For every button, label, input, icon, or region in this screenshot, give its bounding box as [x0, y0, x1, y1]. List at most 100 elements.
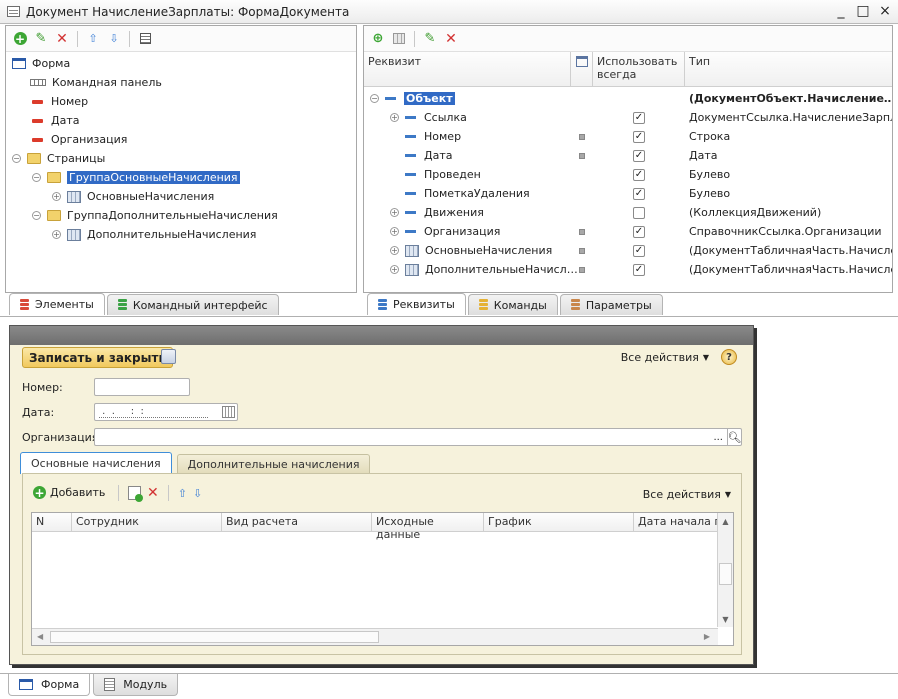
- expand-icon[interactable]: +: [390, 113, 399, 122]
- add-attribute-button[interactable]: ⊕: [369, 30, 387, 48]
- column-source-data[interactable]: Исходные данные: [372, 513, 484, 541]
- close-button[interactable]: ×: [878, 3, 892, 19]
- tab-additional-accruals[interactable]: Дополнительные начисления: [176, 454, 371, 474]
- tree-item-group-additional[interactable]: − ГруппаДополнительныеНачисления: [12, 206, 356, 225]
- copy-icon[interactable]: [128, 486, 143, 502]
- attribute-row[interactable]: + Ссылка ✓ ДокументСсылка.НачислениеЗарпл…: [364, 108, 892, 127]
- all-actions-menu[interactable]: Все действия ▼: [621, 351, 709, 364]
- scroll-thumb[interactable]: [719, 563, 732, 585]
- attribute-row[interactable]: Дата ✓ Дата: [364, 146, 892, 165]
- tab-main-accruals[interactable]: Основные начисления: [20, 452, 172, 474]
- minimize-button[interactable]: _: [834, 3, 848, 19]
- tree-item-group-main[interactable]: − ГруппаОсновныеНачисления: [12, 168, 356, 187]
- column-icon[interactable]: [571, 52, 593, 86]
- collapse-icon[interactable]: −: [32, 173, 41, 182]
- add-table-button[interactable]: [390, 30, 408, 48]
- use-always-checkbox[interactable]: [633, 206, 645, 219]
- tab-command-interface[interactable]: Командный интерфейс: [106, 294, 279, 315]
- use-always-checkbox[interactable]: ✓: [633, 225, 645, 238]
- expand-icon[interactable]: +: [390, 265, 399, 274]
- collapse-icon[interactable]: −: [32, 211, 41, 220]
- column-calc-type[interactable]: Вид расчета: [222, 513, 372, 531]
- help-button[interactable]: ?: [721, 349, 737, 365]
- tab-module[interactable]: Модуль: [93, 674, 179, 696]
- tab-elements[interactable]: Элементы: [9, 293, 105, 315]
- expand-icon[interactable]: +: [390, 208, 399, 217]
- use-always-checkbox[interactable]: ✓: [633, 130, 645, 143]
- table-all-actions-menu[interactable]: Все действия ▼: [643, 488, 731, 501]
- move-up-icon[interactable]: ⇧: [178, 487, 187, 500]
- attribute-row[interactable]: + ОсновныеНачисления ✓ (ДокументТабличнаяЧа…: [364, 241, 892, 260]
- attribute-row-object[interactable]: − Объект (ДокументОбъект.Начисление…: [364, 89, 892, 108]
- attribute-row[interactable]: + Организация ✓ СправочникСсылка.Организаци…: [364, 222, 892, 241]
- select-button[interactable]: ...: [713, 432, 723, 443]
- expand-icon[interactable]: +: [390, 227, 399, 236]
- attribute-row[interactable]: Номер ✓ Строка: [364, 127, 892, 146]
- expand-icon[interactable]: +: [52, 230, 61, 239]
- use-always-checkbox[interactable]: ✓: [633, 111, 645, 124]
- attribute-row[interactable]: + Движения (КоллекцияДвижений): [364, 203, 892, 222]
- collapse-icon[interactable]: −: [12, 154, 21, 163]
- tree-item-main-accruals[interactable]: + ОсновныеНачисления: [12, 187, 356, 206]
- column-rekvizit[interactable]: Реквизит: [364, 52, 571, 86]
- search-icon[interactable]: 🔍︎: [727, 429, 741, 445]
- scroll-right-icon[interactable]: ▶: [704, 632, 710, 641]
- use-always-checkbox[interactable]: ✓: [633, 263, 645, 276]
- number-input[interactable]: [94, 378, 190, 396]
- use-always-checkbox[interactable]: ✓: [633, 149, 645, 162]
- tree-item-number[interactable]: Номер: [12, 92, 356, 111]
- tree-item-form[interactable]: Форма: [12, 54, 356, 73]
- form-icon: [12, 58, 26, 69]
- save-icon[interactable]: [161, 349, 176, 364]
- attribute-row[interactable]: + ДополнительныеНачисл… ✓ (ДокументТаблична…: [364, 260, 892, 279]
- toolbar-separator: [414, 30, 415, 47]
- collapse-icon[interactable]: −: [370, 94, 379, 103]
- tab-commands[interactable]: Команды: [467, 294, 558, 315]
- edit-attribute-button[interactable]: ✎: [421, 30, 439, 48]
- tree-item-organization[interactable]: Организация: [12, 130, 356, 149]
- organization-input[interactable]: ... 🔍︎: [94, 428, 742, 446]
- expand-icon[interactable]: +: [52, 192, 61, 201]
- parameters-icon: [570, 299, 580, 311]
- tab-parameters[interactable]: Параметры: [559, 294, 663, 315]
- expand-icon[interactable]: +: [390, 246, 399, 255]
- add-button[interactable]: +: [11, 30, 29, 48]
- column-type[interactable]: Тип: [685, 52, 892, 86]
- tree-item-date[interactable]: Дата: [12, 111, 356, 130]
- maximize-button[interactable]: □: [856, 3, 870, 19]
- tree-item-additional-accruals[interactable]: + ДополнительныеНачисления: [12, 225, 356, 244]
- use-always-checkbox[interactable]: ✓: [633, 187, 645, 200]
- marker-icon: [579, 133, 585, 140]
- scroll-up-icon[interactable]: ▲: [718, 513, 733, 529]
- delete-row-icon[interactable]: ✕: [147, 485, 159, 501]
- tab-rekvizity[interactable]: Реквизиты: [367, 293, 466, 315]
- move-down-button[interactable]: ⇩: [105, 30, 123, 48]
- column-use-always[interactable]: Использовать всегда: [593, 52, 685, 86]
- move-down-icon[interactable]: ⇩: [193, 487, 202, 500]
- tree-item-command-panel[interactable]: Командная панель: [12, 73, 356, 92]
- column-employee[interactable]: Сотрудник: [72, 513, 222, 531]
- delete-attribute-button[interactable]: ✕: [442, 30, 460, 48]
- properties-button[interactable]: [136, 30, 154, 48]
- scroll-down-icon[interactable]: ▼: [718, 611, 733, 627]
- attribute-row[interactable]: ПометкаУдаления ✓ Булево: [364, 184, 892, 203]
- hscroll-thumb[interactable]: [50, 631, 379, 643]
- write-close-button[interactable]: Записать и закрыть: [22, 347, 174, 368]
- edit-button[interactable]: ✎: [32, 30, 50, 48]
- column-n[interactable]: N: [32, 513, 72, 531]
- delete-button[interactable]: ✕: [53, 30, 71, 48]
- horizontal-scrollbar[interactable]: ◀ ▶: [32, 628, 718, 645]
- move-up-button[interactable]: ⇧: [84, 30, 102, 48]
- calendar-icon[interactable]: [222, 406, 235, 418]
- scroll-left-icon[interactable]: ◀: [37, 632, 43, 641]
- date-input[interactable]: . . : :: [94, 403, 238, 421]
- use-always-checkbox[interactable]: ✓: [633, 244, 645, 257]
- column-schedule[interactable]: График: [484, 513, 634, 531]
- attribute-name: ДополнительныеНачисл…: [425, 263, 578, 276]
- add-row-button[interactable]: + Добавить: [33, 486, 105, 499]
- tree-item-pages[interactable]: − Страницы: [12, 149, 356, 168]
- attribute-row[interactable]: Проведен ✓ Булево: [364, 165, 892, 184]
- use-always-checkbox[interactable]: ✓: [633, 168, 645, 181]
- tab-form[interactable]: Форма: [8, 674, 91, 696]
- vertical-scrollbar[interactable]: ▲ ▼: [717, 513, 733, 627]
